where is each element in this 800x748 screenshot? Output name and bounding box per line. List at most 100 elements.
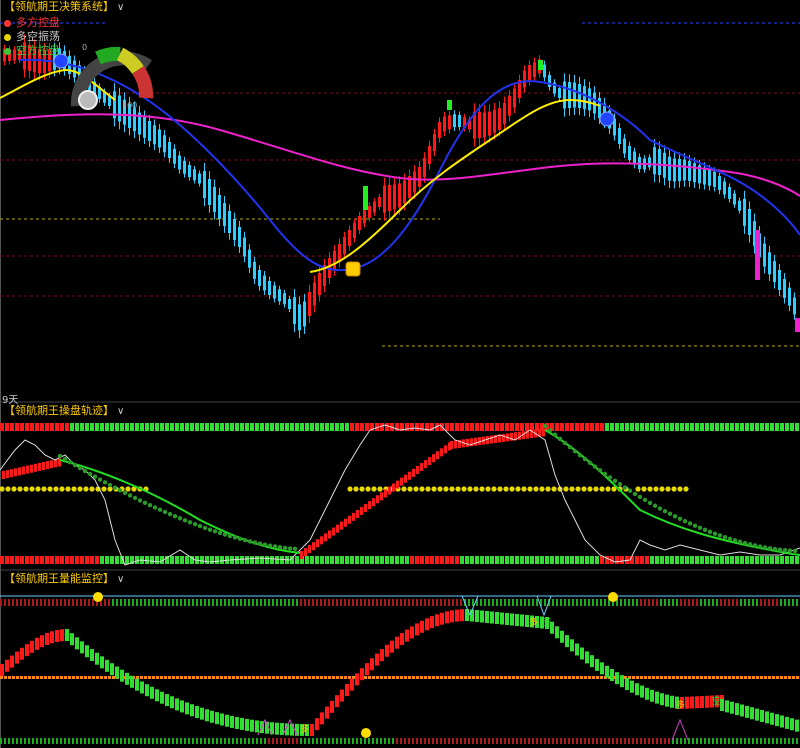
energy-mid-cell	[436, 676, 439, 679]
bear-dot-icon	[4, 47, 11, 55]
neutral-dot	[479, 486, 485, 492]
chevron-down-icon[interactable]: ∨	[117, 2, 124, 13]
energy-bottom-cell	[416, 738, 418, 744]
energy-top-cell	[236, 599, 238, 606]
band-top-cell	[670, 423, 674, 431]
energy-bar	[370, 658, 374, 671]
main-panel-title[interactable]: 【领航期王决策系统】 ∨	[4, 0, 124, 14]
band-top-cell	[590, 423, 594, 431]
band-top-cell	[580, 423, 584, 431]
band-top-cell	[205, 423, 209, 431]
band-bottom-cell	[420, 556, 424, 564]
energy-bar	[495, 612, 499, 624]
candle-body	[148, 121, 151, 141]
band-top-cell	[655, 423, 659, 431]
trajectory-red-bar	[304, 548, 307, 557]
band-top-cell	[310, 423, 314, 431]
chevron-down-icon[interactable]: ∨	[117, 406, 124, 417]
energy-bar	[490, 611, 494, 624]
energy-mid-cell	[32, 676, 35, 679]
band-top-cell	[20, 423, 24, 431]
trajectory-green-dot	[202, 525, 208, 531]
neutral-dot	[665, 486, 671, 492]
energy-bottom-cell	[108, 738, 110, 744]
candle-body	[143, 116, 146, 138]
energy-top-cell	[640, 599, 642, 606]
energy-bottom-cell	[488, 738, 490, 744]
trajectory-red-bar	[388, 486, 391, 495]
trajectory-green-dot	[652, 503, 658, 508]
energy-panel-title[interactable]: 【领航期王量能监控】 ∨	[4, 572, 124, 586]
band-top-cell	[695, 423, 699, 431]
energy-mid-cell	[540, 676, 543, 679]
candle-body	[703, 167, 706, 185]
candle-body	[578, 84, 581, 108]
trajectory-red-bar	[312, 542, 315, 551]
band-top-cell	[470, 423, 474, 431]
energy-bar	[80, 641, 84, 654]
trajectory-red-bar	[46, 461, 49, 470]
energy-top-cell	[728, 599, 730, 606]
trajectory-red-bar	[30, 464, 33, 473]
trajectory-panel-title[interactable]: 【领航期王操盘轨迹】 ∨	[4, 404, 124, 418]
neutral-dot	[581, 486, 587, 492]
energy-top-cell	[760, 599, 762, 606]
energy-bar	[35, 637, 39, 650]
energy-bottom-cell	[740, 738, 742, 744]
energy-top-cell	[216, 599, 218, 606]
energy-bottom-cell	[720, 738, 722, 744]
energy-bottom-cell	[608, 738, 610, 744]
energy-mid-cell	[76, 676, 79, 679]
energy-top-cell	[648, 599, 650, 606]
candle-body	[163, 135, 166, 153]
energy-mid-cell	[516, 676, 519, 679]
energy-bar	[455, 609, 459, 622]
energy-mid-cell	[252, 676, 255, 679]
energy-mid-cell	[648, 676, 651, 679]
trajectory-red-bar	[502, 433, 505, 442]
trajectory-green-dot	[592, 464, 598, 469]
energy-bottom-cell	[272, 738, 274, 744]
energy-top-cell	[132, 599, 134, 606]
band-top-cell	[630, 423, 634, 431]
band-bottom-cell	[520, 556, 524, 564]
legend-range-label: 多空振荡	[16, 30, 60, 43]
energy-bottom-cell	[0, 738, 2, 744]
energy-bar	[345, 684, 349, 697]
energy-top-cell	[584, 599, 586, 606]
energy-mid-cell	[524, 676, 527, 679]
energy-bottom-cell	[76, 738, 78, 744]
energy-top-cell	[700, 599, 702, 606]
band-bottom-cell	[725, 556, 729, 564]
energy-bottom-cell	[508, 738, 510, 744]
energy-mid-cell	[232, 676, 235, 679]
candle-body	[333, 251, 336, 270]
neutral-dot	[497, 486, 503, 492]
energy-top-cell	[672, 599, 674, 606]
energy-mid-cell	[640, 676, 643, 679]
energy-top-cell	[724, 599, 726, 606]
energy-top-cell	[248, 599, 250, 606]
trajectory-red-bar	[466, 438, 469, 447]
energy-bar	[795, 719, 799, 732]
energy-bottom-cell	[232, 738, 234, 744]
energy-bar	[90, 649, 94, 662]
band-top-cell	[315, 423, 319, 431]
energy-bar	[165, 694, 169, 707]
candle-body	[508, 95, 511, 116]
chevron-down-icon[interactable]: ∨	[117, 574, 124, 585]
trajectory-green-dot	[222, 532, 228, 537]
energy-mid-cell	[520, 676, 523, 679]
trajectory-red-bar	[54, 459, 57, 468]
energy-bottom-cell	[120, 738, 122, 744]
energy-bottom-cell	[592, 738, 594, 744]
energy-top-cell	[576, 599, 578, 606]
energy-bar	[110, 663, 114, 676]
energy-top-cell	[60, 599, 62, 606]
energy-bar	[770, 712, 774, 725]
trajectory-green-dot	[582, 456, 588, 462]
band-top-cell	[455, 423, 459, 431]
candle-body	[258, 270, 261, 286]
candle-body	[513, 88, 516, 108]
candle-body	[193, 169, 196, 181]
